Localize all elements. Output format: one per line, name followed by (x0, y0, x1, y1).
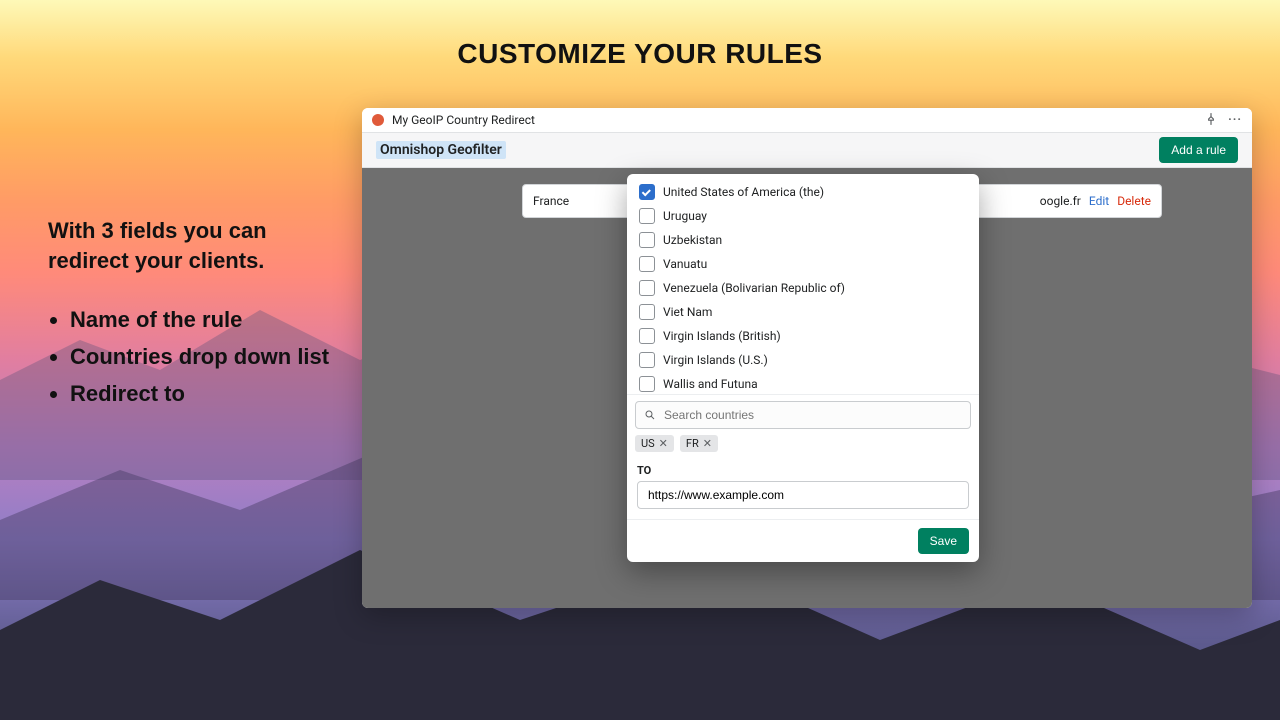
app-topbar: My GeoIP Country Redirect ··· (362, 108, 1252, 133)
rule-delete-link[interactable]: Delete (1117, 194, 1151, 208)
checkbox-icon[interactable] (639, 280, 655, 296)
country-search-wrap: US ✕ FR ✕ (627, 395, 979, 458)
checkbox-icon[interactable] (639, 256, 655, 272)
country-option[interactable]: Viet Nam (631, 300, 975, 324)
country-label: Viet Nam (663, 305, 712, 319)
modal-footer: Save (627, 519, 979, 562)
app-title: Omnishop Geofilter (376, 141, 506, 159)
selected-country-chips: US ✕ FR ✕ (635, 435, 971, 452)
country-option[interactable]: United States of America (the) (631, 180, 975, 204)
app-body: France oogle.fr Edit Delete United State… (362, 168, 1252, 608)
search-icon (644, 409, 656, 421)
pin-button-icon[interactable] (1204, 112, 1218, 129)
country-search-input[interactable] (662, 407, 962, 423)
country-label: Virgin Islands (U.S.) (663, 353, 768, 367)
blurb-item: Countries drop down list (70, 340, 338, 373)
page-heading: CUSTOMIZE YOUR RULES (0, 38, 1280, 70)
country-option[interactable]: Vanuatu (631, 252, 975, 276)
country-label: Uruguay (663, 209, 707, 223)
checkbox-icon[interactable] (639, 328, 655, 344)
checkbox-icon[interactable] (639, 232, 655, 248)
country-label: Uzbekistan (663, 233, 722, 247)
more-icon[interactable]: ··· (1228, 112, 1242, 129)
country-option[interactable]: Virgin Islands (British) (631, 324, 975, 348)
redirect-url-field[interactable] (637, 481, 969, 509)
checkbox-icon[interactable] (639, 304, 655, 320)
app-pin-icon (372, 114, 384, 126)
country-option[interactable]: Virgin Islands (U.S.) (631, 348, 975, 372)
blurb-list: Name of the rule Countries drop down lis… (48, 303, 338, 410)
country-label: Vanuatu (663, 257, 707, 271)
country-option[interactable]: Uruguay (631, 204, 975, 228)
country-label: Wallis and Futuna (663, 377, 758, 391)
country-dropdown-list[interactable]: United States of America (the) Uruguay U… (627, 174, 979, 395)
chip-label: US (641, 437, 655, 450)
redirect-to-section: TO (627, 458, 979, 519)
rule-edit-modal: United States of America (the) Uruguay U… (627, 174, 979, 562)
country-search-field[interactable] (635, 401, 971, 429)
country-chip[interactable]: US ✕ (635, 435, 674, 452)
app-window: My GeoIP Country Redirect ··· Omnishop G… (362, 108, 1252, 608)
marketing-blurb: With 3 fields you can redirect your clie… (48, 216, 338, 414)
save-button[interactable]: Save (918, 528, 969, 554)
app-header: Omnishop Geofilter Add a rule (362, 133, 1252, 168)
rule-edit-link[interactable]: Edit (1089, 194, 1109, 208)
country-label: Venezuela (Bolivarian Republic of) (663, 281, 845, 295)
country-option[interactable]: Venezuela (Bolivarian Republic of) (631, 276, 975, 300)
app-breadcrumb: My GeoIP Country Redirect (392, 113, 535, 127)
checkbox-icon[interactable] (639, 208, 655, 224)
add-rule-button[interactable]: Add a rule (1159, 137, 1238, 163)
country-label: United States of America (the) (663, 185, 824, 199)
chip-remove-icon[interactable]: ✕ (703, 437, 712, 450)
blurb-item: Redirect to (70, 377, 338, 410)
country-label: Virgin Islands (British) (663, 329, 781, 343)
checkbox-icon[interactable] (639, 184, 655, 200)
checkbox-icon[interactable] (639, 376, 655, 392)
chip-label: FR (686, 437, 699, 450)
rule-destination-fragment: oogle.fr (1040, 194, 1081, 208)
blurb-item: Name of the rule (70, 303, 338, 336)
country-option[interactable]: Wallis and Futuna (631, 372, 975, 395)
country-chip[interactable]: FR ✕ (680, 435, 718, 452)
redirect-url-input[interactable] (646, 487, 960, 503)
blurb-lead: With 3 fields you can redirect your clie… (48, 216, 338, 275)
rule-name: France (533, 194, 569, 208)
to-label: TO (637, 464, 969, 477)
checkbox-icon[interactable] (639, 352, 655, 368)
chip-remove-icon[interactable]: ✕ (659, 437, 668, 450)
country-option[interactable]: Uzbekistan (631, 228, 975, 252)
